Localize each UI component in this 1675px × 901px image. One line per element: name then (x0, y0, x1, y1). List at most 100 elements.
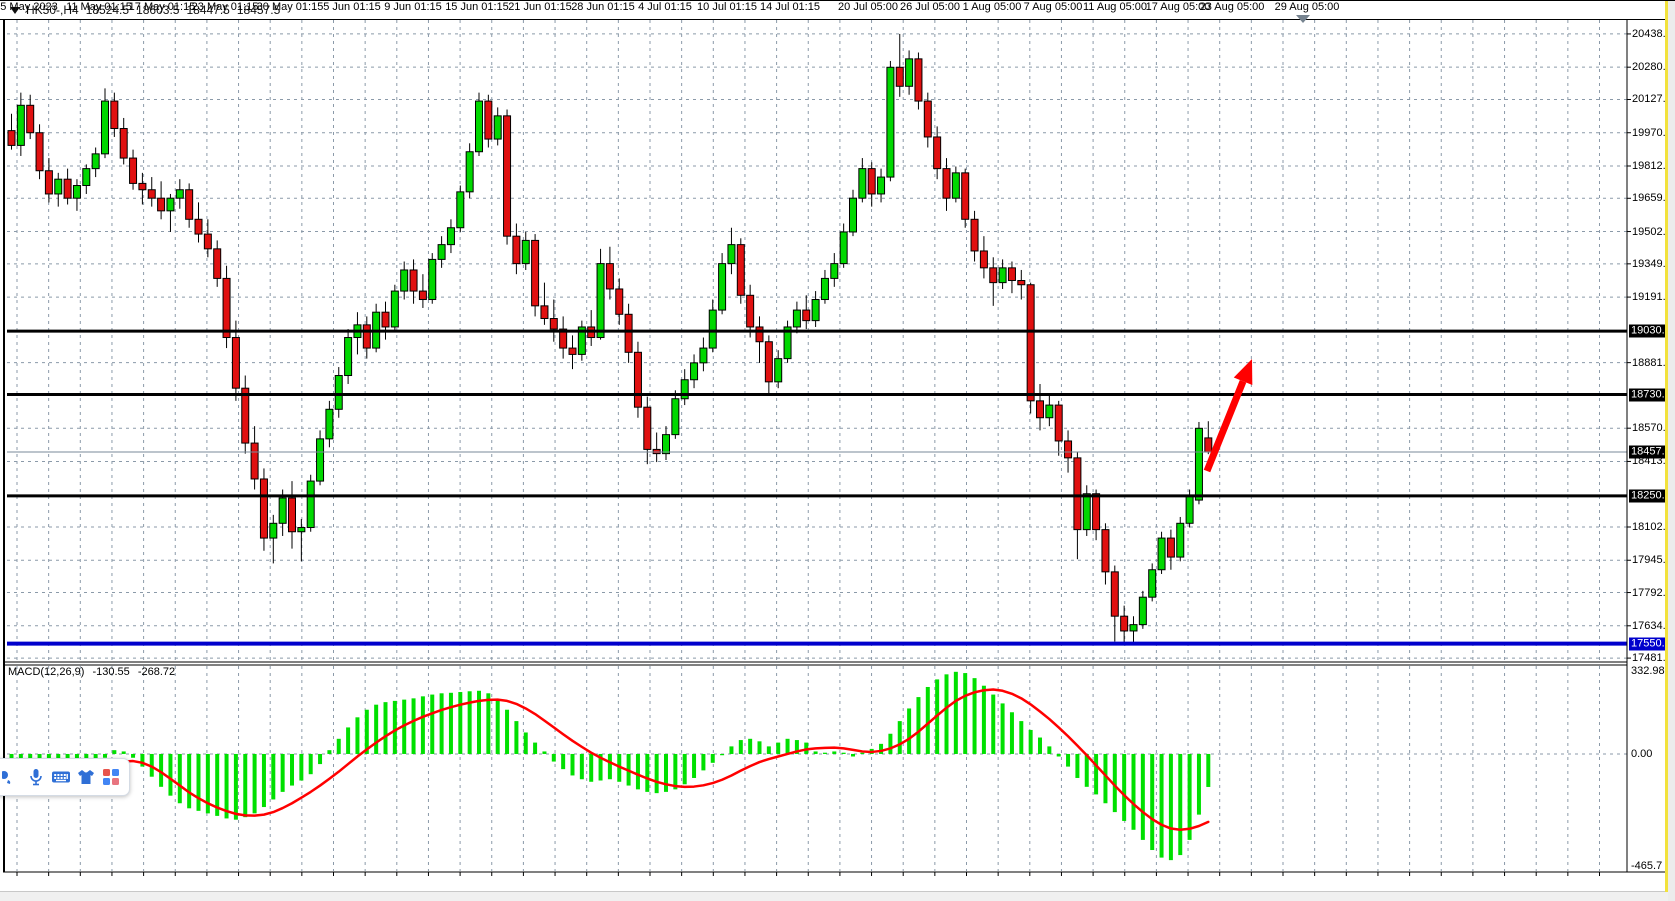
macd-histogram-bar (187, 754, 191, 808)
symbol-timeframe-label: HK50-,H4 (26, 3, 79, 17)
candle-body (214, 249, 221, 279)
macd-histogram-bar (571, 754, 575, 775)
macd-histogram-bar (197, 754, 201, 811)
candle-body (1055, 405, 1062, 441)
candle-body (335, 376, 342, 410)
macd-histogram-bar (514, 721, 518, 754)
macd-histogram-bar (954, 672, 958, 754)
macd-histogram-bar (168, 754, 172, 796)
candle-body (289, 498, 296, 532)
macd-histogram-bar (384, 702, 388, 754)
candle-body (55, 179, 62, 194)
candle-body (915, 59, 922, 101)
time-axis[interactable] (4, 872, 1624, 892)
macd-histogram-bar (468, 691, 472, 754)
macd-histogram-bar (299, 754, 303, 781)
macd-histogram-bar (655, 754, 659, 793)
macd-histogram-bar (430, 695, 434, 754)
symbol-dropdown-icon[interactable] (10, 7, 20, 14)
candle-body (1046, 405, 1053, 418)
candle-body (130, 158, 137, 183)
candle-body (73, 186, 80, 199)
candle-body (1130, 625, 1137, 631)
macd-histogram-bar (542, 751, 546, 754)
macd-histogram-bar (888, 734, 892, 754)
window-right-edge[interactable] (1668, 1, 1675, 901)
window-left-border (3, 19, 5, 872)
macd-histogram-bar (823, 753, 827, 754)
candle-body (410, 270, 417, 291)
candle-body (1074, 458, 1081, 530)
keyboard-icon[interactable] (51, 767, 71, 787)
macd-histogram-bar (916, 697, 920, 754)
macd-main-value: -130.55 (92, 666, 129, 678)
candle-body (317, 439, 324, 481)
macd-histogram-bar (645, 754, 649, 792)
macd-histogram-bar (374, 705, 378, 754)
candle-body (391, 291, 398, 327)
chart-canvas (0, 1, 1675, 901)
macd-histogram-bar (458, 692, 462, 754)
macd-histogram-bar (767, 746, 771, 754)
candle-body (653, 449, 660, 453)
candle-body (887, 67, 894, 177)
chart-shift-marker-icon[interactable] (1296, 15, 1310, 23)
candle-body (1018, 281, 1025, 285)
macd-histogram-bar (608, 754, 612, 779)
candle-body (466, 152, 473, 192)
apps-grid-icon[interactable] (101, 767, 121, 787)
candle-body (8, 131, 15, 146)
bar-open-value: 18524.5 (86, 3, 129, 17)
candle-body (102, 101, 109, 154)
candle-body (513, 236, 520, 263)
pen-icon[interactable] (1, 767, 21, 787)
macd-histogram-bar (505, 710, 509, 754)
macd-histogram-bar (243, 754, 247, 817)
macd-histogram-bar (225, 754, 229, 818)
macd-histogram-bar (701, 754, 705, 770)
macd-histogram-bar (664, 754, 668, 792)
candle-body (1037, 401, 1044, 418)
candle-body (999, 268, 1006, 283)
candle-body (569, 348, 576, 354)
candle-body (120, 129, 127, 159)
macd-histogram-bar (262, 754, 266, 807)
candle-body (634, 352, 641, 407)
macd-histogram-bar (1085, 754, 1089, 787)
candle-body (1167, 538, 1174, 557)
candle-body (186, 190, 193, 220)
candle-body (476, 101, 483, 152)
macd-histogram-bar (561, 754, 565, 769)
macd-histogram-bar (1094, 754, 1098, 794)
candle-body (158, 198, 165, 211)
macd-histogram-bar (673, 754, 677, 789)
macd-histogram-bar (271, 754, 275, 799)
candle-body (64, 179, 71, 198)
candle-body (868, 169, 875, 194)
price-axis[interactable] (1628, 19, 1668, 872)
macd-histogram-bar (533, 743, 537, 754)
macd-signal-value: -268.72 (138, 666, 175, 678)
floating-toolbar (0, 758, 130, 796)
candle-body (793, 310, 800, 327)
candle-body (522, 240, 529, 263)
candle-body (532, 240, 539, 305)
trend-arrow-head[interactable] (1234, 359, 1253, 385)
candle-body (148, 190, 155, 198)
candle-body (1111, 572, 1118, 616)
candle-body (980, 251, 987, 268)
candle-body (737, 245, 744, 296)
macd-histogram-bar (178, 754, 182, 803)
candle-body (27, 105, 34, 132)
candle-body (1158, 538, 1165, 570)
candle-body (812, 300, 819, 321)
macd-histogram-bar (1132, 754, 1136, 830)
candle-body (691, 363, 698, 380)
candle-body (821, 278, 828, 299)
clothes-icon[interactable] (76, 767, 96, 787)
candle-body (298, 528, 305, 532)
candle-body (223, 278, 230, 337)
bar-close-value: 18457.5 (237, 3, 280, 17)
candle-body (709, 310, 716, 348)
microphone-icon[interactable] (26, 767, 46, 787)
